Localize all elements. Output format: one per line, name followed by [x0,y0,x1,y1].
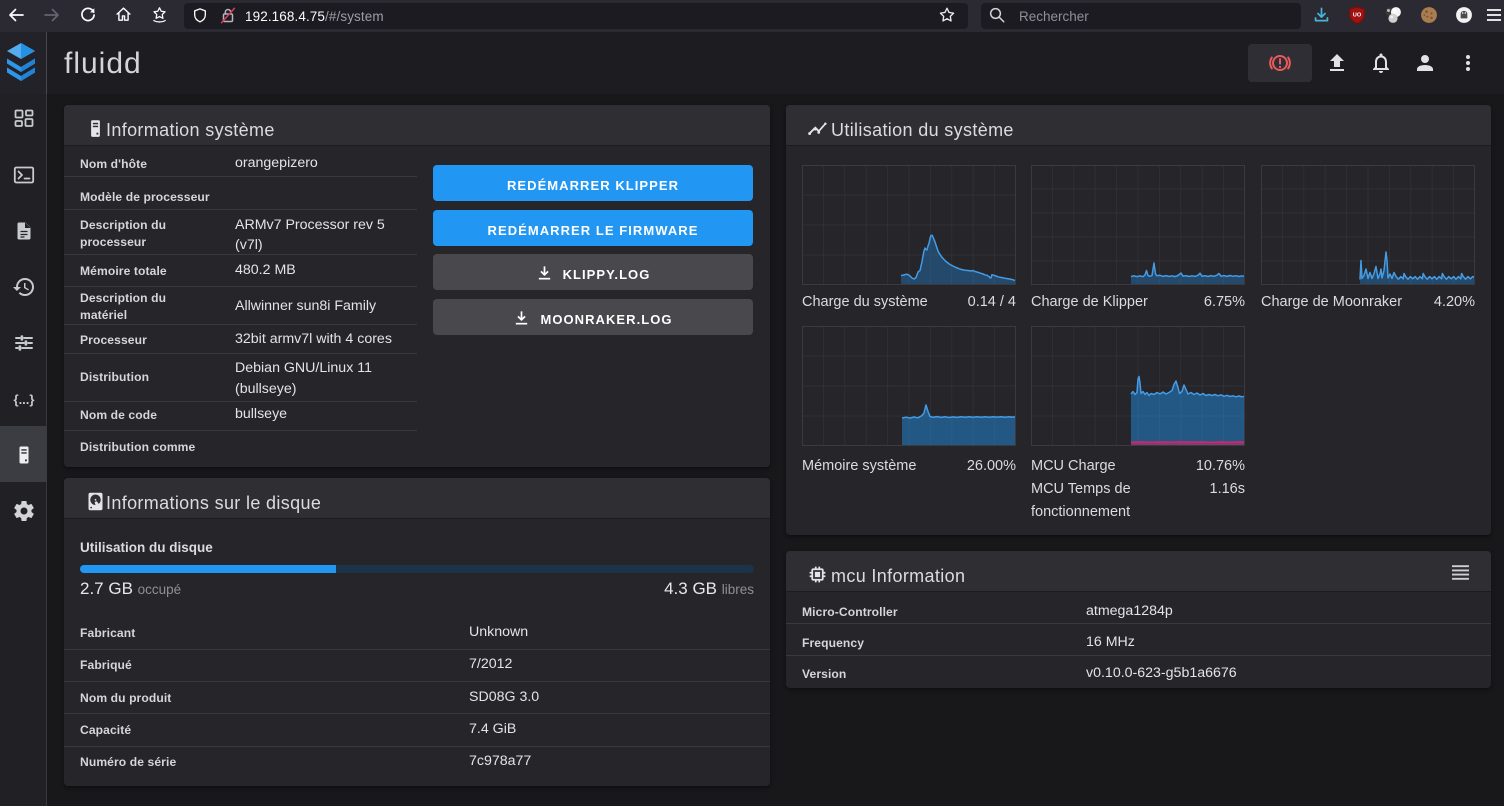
svg-text:UO: UO [1353,12,1362,18]
svg-text:{...}: {...} [14,392,35,407]
